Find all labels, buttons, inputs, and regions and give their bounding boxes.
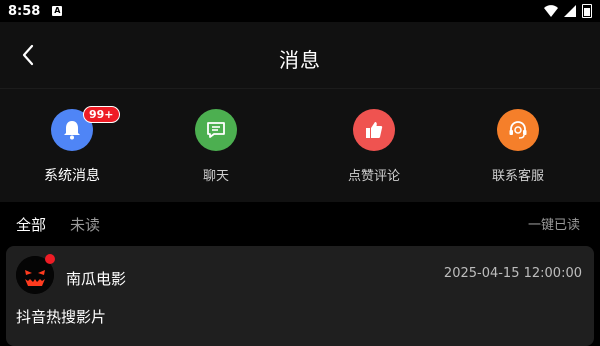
category-customer-service[interactable]: 联系客服 <box>458 109 578 184</box>
header: 消息 <box>0 22 600 88</box>
category-row: 99+ 系统消息 聊天 点赞评论 联系客服 <box>0 88 600 203</box>
status-bar: 8:58 A <box>0 0 600 22</box>
thumbs-up-icon <box>353 109 395 151</box>
notification-icon: A <box>52 6 63 16</box>
bell-icon: 99+ <box>51 106 120 151</box>
message-card[interactable]: 南瓜电影 2025-04-15 12:00:00 抖音热搜影片 <box>6 246 594 346</box>
category-label: 聊天 <box>202 169 229 184</box>
category-label: 系统消息 <box>44 168 100 184</box>
unread-badge: 99+ <box>83 106 120 123</box>
chat-icon <box>195 109 237 151</box>
battery-icon <box>582 4 592 18</box>
page-title: 消息 <box>279 48 321 72</box>
category-chat[interactable]: 聊天 <box>156 109 276 184</box>
message-time: 2025-04-15 12:00:00 <box>443 266 582 281</box>
category-label: 点赞评论 <box>347 169 400 184</box>
avatar <box>16 254 55 294</box>
message-content: 抖音热搜影片 <box>16 308 107 326</box>
headset-icon <box>497 109 539 151</box>
signal-icon <box>564 5 576 17</box>
wifi-icon <box>544 5 558 17</box>
tab-all[interactable]: 全部 <box>16 214 46 235</box>
status-time: 8:58 <box>8 3 41 19</box>
unread-dot <box>45 254 55 264</box>
status-icons <box>544 4 592 18</box>
mark-all-read-button[interactable]: 一键已读 <box>528 214 580 233</box>
category-label: 联系客服 <box>491 169 544 184</box>
filter-bar: 全部 未读 一键已读 <box>0 202 600 246</box>
category-likes-comments[interactable]: 点赞评论 <box>314 109 434 184</box>
category-system-messages[interactable]: 99+ 系统消息 <box>12 106 132 185</box>
message-sender: 南瓜电影 <box>66 270 127 288</box>
tab-unread[interactable]: 未读 <box>70 214 100 235</box>
